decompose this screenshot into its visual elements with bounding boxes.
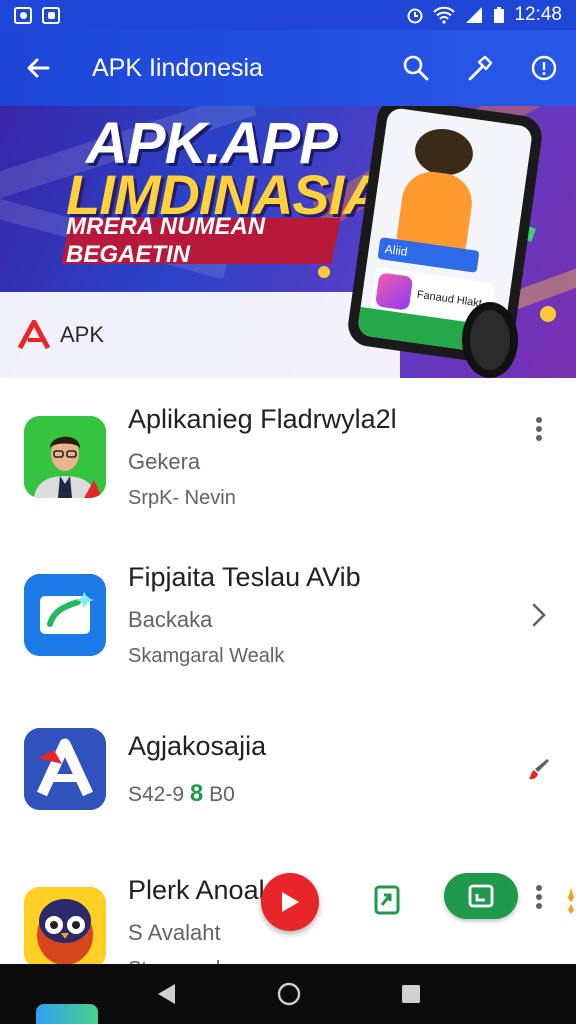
edit-button[interactable]: [524, 754, 554, 784]
app-name: Agjakosajia: [128, 730, 267, 761]
back-button[interactable]: [0, 30, 76, 106]
app-meta: SrpK- Nevin: [128, 487, 236, 509]
banner-ribbon: MRERA NUMEAN BEGAETIN: [61, 213, 341, 268]
open-box-icon: [468, 884, 494, 908]
search-icon: [403, 55, 429, 81]
mascot-head: [412, 125, 476, 179]
more-vert-icon: [536, 417, 542, 441]
apk-logo-text: APK: [60, 322, 105, 347]
apk-a-icon: [24, 728, 106, 810]
nav-recents-button[interactable]: [401, 984, 421, 1004]
search-button[interactable]: [384, 30, 448, 106]
status-bar: 12:48: [0, 0, 576, 30]
app-subtitle: Backaka: [128, 607, 213, 632]
info-icon: [531, 55, 557, 81]
arrow-back-icon: [27, 58, 50, 78]
cell-signal-icon: [466, 7, 483, 23]
chevron-right-icon: [532, 603, 546, 627]
play-button[interactable]: [261, 873, 319, 931]
app-name: Plerk Anoal: [128, 875, 265, 905]
system-nav-bar: [0, 964, 576, 1024]
apk-logo-icon: [17, 320, 51, 350]
peeking-app-thumbnail: [36, 1004, 98, 1024]
banner-ribbon-text: MRERA NUMEAN BEGAETIN: [66, 213, 266, 268]
app-meta: Skamgaral Wealk: [128, 645, 285, 667]
cast-icon: [24, 574, 106, 656]
open-app-button[interactable]: [444, 873, 518, 919]
nav-home-button[interactable]: [277, 982, 301, 1006]
info-button[interactable]: [512, 30, 576, 106]
list-item[interactable]: Fipjaita Teslau AVib Backaka Skamgaral W…: [0, 536, 576, 694]
apk-logo-strip: APK: [0, 292, 400, 378]
app-subtitle: Gekera: [128, 449, 201, 474]
more-options-button[interactable]: [524, 414, 554, 444]
list-item[interactable]: Agjakosajia S42-9 8 B0: [0, 694, 576, 844]
owl-icon: [24, 887, 106, 969]
sparkle-icon: [568, 888, 574, 914]
more-vert-icon: [536, 885, 542, 909]
app-meta-suffix: B0: [209, 782, 235, 806]
app-subtitle: S Avalaht: [128, 920, 221, 945]
wifi-icon: [433, 6, 456, 24]
app-name: Fipjaita Teslau AVib: [128, 562, 361, 592]
play-icon: [282, 892, 299, 912]
app-meta-highlight: 8: [189, 779, 204, 807]
gallery-notification-icon: [42, 6, 60, 24]
share-transfer-icon[interactable]: [370, 883, 404, 917]
open-details-button[interactable]: [524, 600, 554, 630]
list-item[interactable]: Aplikanieg Fladrwyla2l Gekera SrpK- Nevi…: [0, 378, 576, 536]
hammer-icon: [468, 55, 493, 81]
status-time: 12:48: [514, 4, 562, 25]
phone-mini-card-text: Fanaud Hlakt: [416, 288, 483, 310]
notification-icon: [14, 6, 32, 24]
app-name: Aplikanieg Fladrwyla2l: [128, 404, 397, 434]
app-meta-prefix: S42-9: [128, 782, 185, 806]
brush-icon: [529, 759, 549, 780]
alarm-icon: [407, 8, 423, 24]
wheel-illustration: [462, 302, 518, 378]
app-meta: S42-9 8 B0: [128, 780, 266, 808]
man-avatar-icon: [24, 416, 106, 498]
page-title: APK Iindonesia: [92, 53, 263, 82]
promo-banner[interactable]: APK.APP LIMDINASIA MRERA NUMEAN BEGAETIN…: [0, 106, 576, 378]
tools-button[interactable]: [448, 30, 512, 106]
app-bar: APK Iindonesia: [0, 30, 576, 106]
nav-back-button[interactable]: [155, 982, 177, 1006]
battery-icon: [494, 7, 505, 23]
more-options-button[interactable]: [524, 882, 554, 912]
mini-app-icon: [374, 272, 414, 311]
